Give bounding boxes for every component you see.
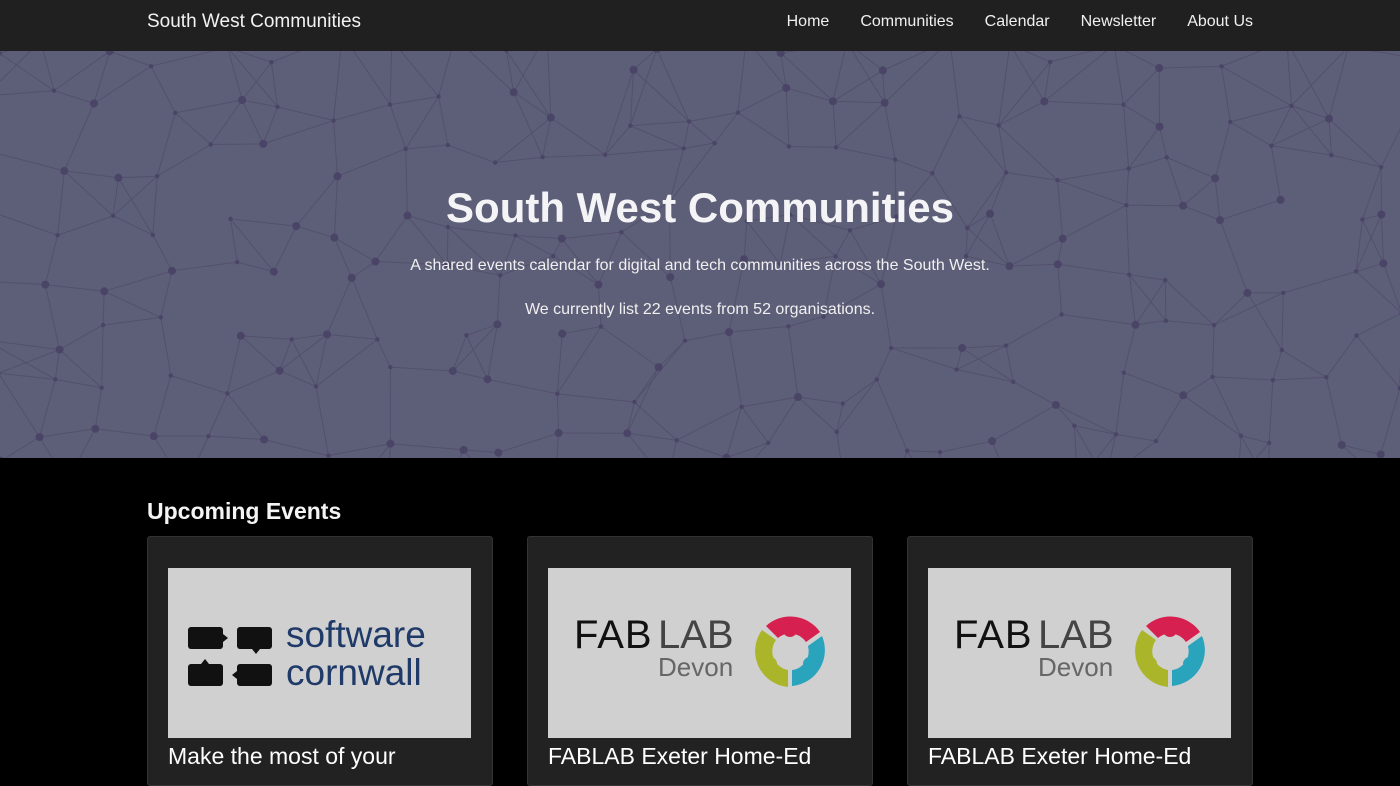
logo-text-fab: FAB — [954, 613, 1033, 657]
fablab-devon-logo: FAB LAB Devon — [548, 568, 851, 738]
logo-text-devon: Devon — [1038, 652, 1113, 682]
nav-about-us[interactable]: About Us — [1187, 13, 1253, 31]
nav-communities[interactable]: Communities — [860, 13, 953, 31]
logo-text-software: software — [286, 614, 426, 655]
logo-text-fab: FAB — [574, 613, 653, 657]
upcoming-events-heading: Upcoming Events — [147, 498, 341, 525]
hero-banner: South West Communities A shared events c… — [0, 51, 1400, 458]
fablab-circle-emblem — [1135, 616, 1205, 687]
event-title[interactable]: FABLAB Exeter Home-Ed — [928, 743, 1238, 770]
fablab-devon-logo: FAB LAB Devon — [928, 568, 1231, 738]
event-card[interactable]: FAB LAB Devon FABLAB Exeter Home-Ed — [907, 536, 1253, 786]
nav-home[interactable]: Home — [787, 13, 830, 31]
event-card[interactable]: FAB LAB Devon FABLAB Exeter Home-Ed — [527, 536, 873, 786]
software-cornwall-logo: software cornwall — [168, 568, 471, 738]
nav-newsletter[interactable]: Newsletter — [1081, 13, 1157, 31]
hero-stats: We currently list 22 events from 52 orga… — [0, 301, 1400, 319]
hero-subtitle: A shared events calendar for digital and… — [0, 257, 1400, 275]
event-card[interactable]: software cornwall Make the most of your — [147, 536, 493, 786]
network-pattern-background — [0, 51, 1400, 458]
event-title[interactable]: FABLAB Exeter Home-Ed — [548, 743, 858, 770]
top-navbar: South West Communities Home Communities … — [0, 0, 1400, 51]
logo-text-lab: LAB — [1038, 613, 1114, 657]
event-image-fablab-devon[interactable]: FAB LAB Devon — [928, 568, 1231, 738]
logo-text-devon: Devon — [658, 652, 733, 682]
event-title[interactable]: Make the most of your — [168, 743, 478, 770]
logo-text-lab: LAB — [658, 613, 734, 657]
event-image-software-cornwall[interactable]: software cornwall — [168, 568, 471, 738]
nav-links: Home Communities Calendar Newsletter Abo… — [756, 13, 1253, 31]
logo-text-cornwall: cornwall — [286, 652, 422, 693]
event-image-fablab-devon[interactable]: FAB LAB Devon — [548, 568, 851, 738]
speech-bubbles-icon — [188, 627, 272, 686]
brand-link[interactable]: South West Communities — [147, 11, 361, 33]
nav-calendar[interactable]: Calendar — [985, 13, 1050, 31]
fablab-circle-emblem — [755, 616, 825, 687]
hero-title: South West Communities — [0, 184, 1400, 232]
